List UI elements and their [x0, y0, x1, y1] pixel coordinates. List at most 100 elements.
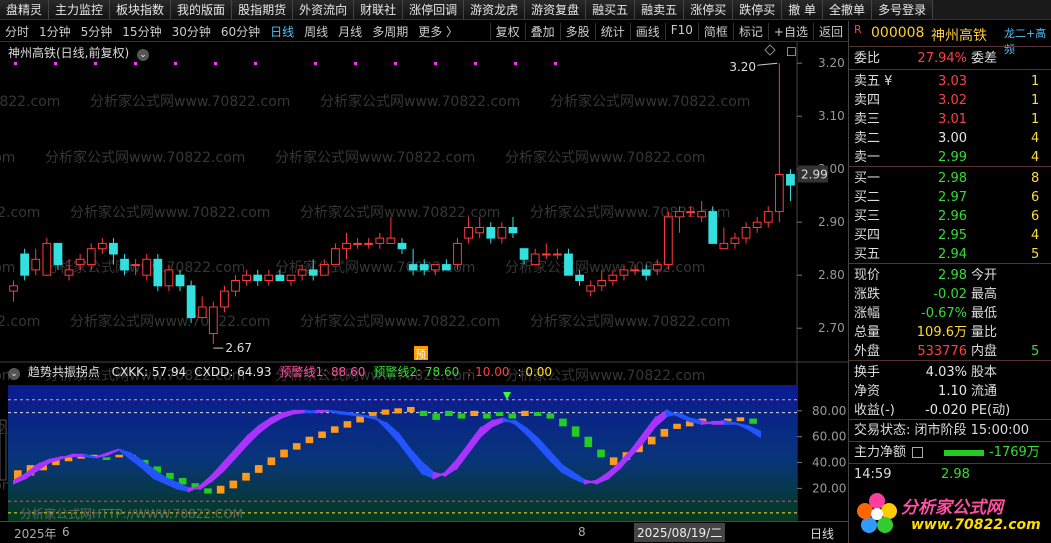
- toolbar-button[interactable]: 主力监控: [49, 0, 111, 19]
- toolbar-button[interactable]: 全撤单: [823, 0, 873, 19]
- tab-timeframe[interactable]: 15分钟: [117, 23, 166, 40]
- order-book-row[interactable]: 买二 2.97 6: [849, 188, 1051, 207]
- tab-timeframe[interactable]: 30分钟: [167, 23, 216, 40]
- row-price: 2.96: [938, 209, 967, 224]
- toolbar-button[interactable]: 财联社: [354, 0, 404, 19]
- toolbar-button[interactable]: 游资龙虎: [464, 0, 526, 19]
- candle-body: [297, 269, 307, 276]
- row-price: 2.99: [938, 150, 967, 165]
- watermark: 分析家公式网www.70822.com: [0, 93, 60, 110]
- signal-dot: [314, 62, 317, 65]
- chart-tool-button[interactable]: 统计: [594, 22, 630, 40]
- toolbar-button[interactable]: 板块指数: [110, 0, 172, 19]
- candle-body: [353, 242, 362, 245]
- order-book-row[interactable]: 卖五 ¥ 3.03 1: [849, 72, 1051, 91]
- indicator-value: : 0.00: [517, 365, 553, 379]
- row-price: 2.95: [938, 228, 967, 243]
- order-book-row[interactable]: 卖二 3.00 4: [849, 129, 1051, 148]
- ribbon-segment: [304, 409, 319, 414]
- candle-body: [9, 285, 18, 292]
- order-book-row[interactable]: 卖四 3.02 1: [849, 91, 1051, 110]
- kline-chart[interactable]: 3.203.103.002.902.802.702.99☐分析家公式网www.7…: [0, 42, 848, 543]
- quote-value-2: 5: [1031, 344, 1040, 359]
- diamond-icon[interactable]: [764, 44, 776, 56]
- candle-body: [774, 174, 784, 213]
- chart-tool-button[interactable]: F10: [664, 22, 698, 40]
- tab-timeframe[interactable]: 周线: [299, 23, 333, 40]
- tab-timeframe[interactable]: 5分钟: [76, 23, 118, 40]
- row-label: 买二: [854, 190, 881, 205]
- chart-tool-button[interactable]: 复权: [489, 22, 525, 40]
- candle-body: [31, 258, 41, 271]
- indicator-bar: [305, 436, 314, 444]
- row-price: 3.03: [938, 74, 967, 89]
- candle-body: [552, 253, 562, 256]
- main-net-value: -1769万: [989, 445, 1040, 460]
- candle-body: [675, 211, 684, 218]
- toolbar-button[interactable]: 外资流向: [293, 0, 355, 19]
- candle-body: [64, 269, 74, 276]
- tab-timeframe[interactable]: 多周期: [367, 23, 413, 40]
- toolbar-button[interactable]: 盘精灵: [0, 0, 50, 19]
- tick-price: 2.98: [941, 467, 970, 482]
- toolbar-button[interactable]: 我的版面: [171, 0, 233, 19]
- indicator-bar: [356, 416, 364, 423]
- candle-body: [486, 227, 496, 239]
- chart-tool-button[interactable]: 画线: [629, 22, 665, 40]
- candle-body: [763, 211, 773, 223]
- chart-tool-button[interactable]: +自选: [767, 22, 813, 40]
- chart-tool-button[interactable]: 简框: [697, 22, 733, 40]
- chart-tool-button[interactable]: 多股: [559, 22, 595, 40]
- collapse-icon[interactable]: ⌄: [8, 368, 20, 380]
- order-book-row[interactable]: 卖三 3.01 1: [849, 110, 1051, 129]
- indicator-bar: [292, 443, 301, 450]
- chart-tool-button[interactable]: 标记: [732, 22, 768, 40]
- tab-timeframe[interactable]: 1分钟: [34, 23, 76, 40]
- order-book-row[interactable]: 买三 2.96 6: [849, 207, 1051, 226]
- candle-body: [97, 242, 107, 250]
- close-icon[interactable]: ☐: [786, 45, 797, 59]
- indicator-bar: [483, 413, 491, 419]
- toolbar-button[interactable]: 跌停买: [733, 0, 783, 19]
- timeframe-tabs: 分时 1分钟 5分钟 15分钟 30分钟 60分钟 日线 周线 月线 多周期 更多 〉: [0, 23, 463, 40]
- candle-body: [419, 264, 429, 271]
- toolbar-button[interactable]: 融卖五: [635, 0, 685, 19]
- chart-tool-button[interactable]: 叠加: [524, 22, 560, 40]
- watermark: 分析家公式网www.70822.com: [0, 204, 40, 221]
- indicator-value: 预警线1: 88.60: [279, 365, 366, 379]
- order-book-row[interactable]: 买四 2.95 4: [849, 226, 1051, 245]
- candle-body: [752, 221, 762, 228]
- toolbar-button[interactable]: 游资复盘: [525, 0, 587, 19]
- toolbar-button[interactable]: 多号登录: [872, 0, 934, 19]
- indicator-bar: [216, 485, 225, 494]
- quote-label-2: 最高: [971, 287, 998, 302]
- toolbar-button[interactable]: 股指期货: [232, 0, 294, 19]
- tab-timeframe[interactable]: 分时: [0, 23, 34, 40]
- toolbar-button[interactable]: 涨停回调: [403, 0, 465, 19]
- indicator-value: : 10.00: [467, 365, 510, 379]
- quote-label: 现价: [854, 268, 881, 283]
- list-icon[interactable]: [912, 447, 923, 458]
- tab-timeframe[interactable]: 60分钟: [216, 23, 265, 40]
- stock-header: R 000008 神州高铁 龙二+高频: [849, 23, 1051, 56]
- order-book-row[interactable]: 买一 2.98 8: [849, 169, 1051, 188]
- order-book-row[interactable]: 卖一 2.99 4: [849, 148, 1051, 167]
- tab-timeframe[interactable]: 日线: [265, 23, 299, 40]
- quote-value: 109.6万: [916, 325, 967, 340]
- tab-timeframe[interactable]: 月线: [333, 23, 367, 40]
- signal-dot: [174, 62, 177, 65]
- watermark: 分析家公式网www.70822.com: [530, 313, 730, 330]
- toolbar-button[interactable]: 撤 单: [782, 0, 824, 19]
- tab-timeframe[interactable]: 更多 〉: [413, 23, 463, 40]
- indicator-bar: [673, 423, 681, 429]
- footer-watermark: 分析家公式网HTTP://WWW.70822.COM: [20, 506, 243, 521]
- toolbar-button[interactable]: 融买五: [586, 0, 636, 19]
- order-book-row[interactable]: 买五 2.94 5: [849, 245, 1051, 264]
- chart-tool-button[interactable]: 返回: [812, 22, 848, 40]
- period-label: 日线: [810, 527, 835, 541]
- toolbar-button[interactable]: 涨停买: [684, 0, 734, 19]
- yu-label: 预: [415, 348, 426, 361]
- quote-row: 总量 109.6万 量比: [849, 323, 1051, 342]
- current-price-label: 2.99: [801, 168, 828, 182]
- chevron-down-icon[interactable]: ⌄: [137, 49, 150, 61]
